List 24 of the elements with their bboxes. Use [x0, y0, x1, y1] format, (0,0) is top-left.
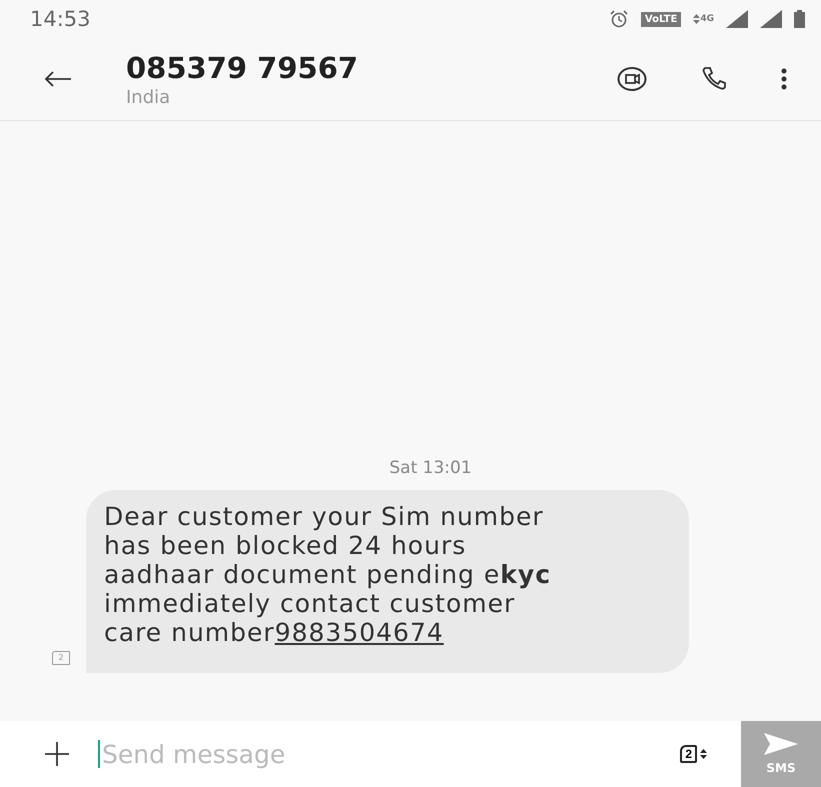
contact-number: 085379 79567	[126, 50, 360, 84]
network-label: 4G	[700, 14, 714, 24]
signal-icon	[726, 10, 748, 28]
phone-icon	[701, 66, 727, 92]
message-timestamp: Sat 13:01	[389, 458, 472, 478]
more-icon	[781, 68, 787, 90]
sim-switch-icon	[700, 749, 707, 759]
sim-indicator: 2	[52, 651, 70, 665]
message-text: Dear customer your Sim number has been blocked 24 hours aadhaar document pending ekyc immediately contact customer care number9883504674	[104, 502, 552, 647]
back-arrow-icon	[44, 71, 72, 87]
sim-selector[interactable]: 2	[680, 721, 741, 787]
signal-icon	[760, 10, 782, 28]
message-field[interactable]: Send message	[98, 721, 680, 787]
status-time: 14:53	[30, 7, 91, 31]
data-arrows-icon	[693, 14, 700, 24]
alarm-icon	[608, 10, 629, 28]
battery-icon	[794, 10, 805, 28]
phone-link[interactable]: 9883504674	[274, 618, 444, 647]
plus-icon	[44, 741, 70, 767]
contact-country: India	[126, 86, 172, 108]
send-icon	[764, 733, 798, 755]
volte-badge: VoLTE	[640, 12, 682, 26]
video-camera-icon	[617, 66, 647, 92]
message-text-input[interactable]: Send message	[100, 738, 680, 770]
